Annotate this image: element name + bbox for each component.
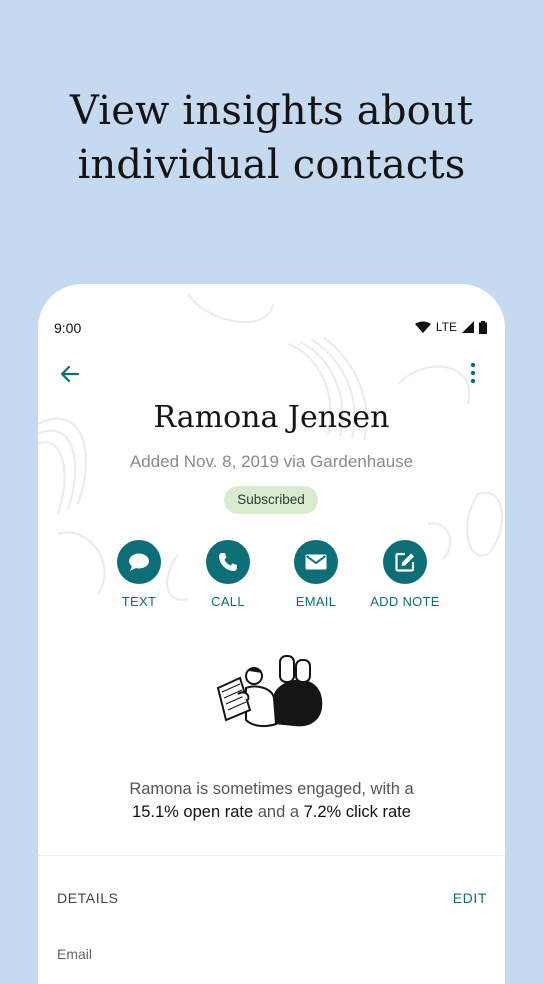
status-icons: LTE [414, 320, 487, 334]
battery-icon [479, 320, 487, 334]
add-note-button-circle[interactable] [383, 540, 427, 584]
envelope-icon [305, 554, 327, 570]
contact-name: Ramona Jensen [153, 400, 390, 435]
note-edit-icon [395, 552, 415, 572]
engagement-line-1: Ramona is sometimes engaged, with a [129, 780, 414, 798]
text-button-label: TEXT [121, 594, 157, 609]
text-button[interactable]: TEXT [99, 540, 179, 609]
more-options-icon[interactable] [461, 360, 485, 386]
chat-bubble-icon [129, 553, 149, 571]
network-label: LTE [435, 320, 457, 334]
email-button-label: EMAIL [295, 594, 337, 609]
call-button-label: CALL [211, 594, 245, 609]
status-badge: Subscribed [224, 486, 318, 514]
engagement-line-2: 15.1% open rate and a 7.2% click rate [38, 801, 505, 824]
headline-line-1: View insights about [69, 88, 474, 134]
phone-screen: 9:00 LTE Ramona Jensen Added Nov. 8, 201… [38, 284, 505, 984]
signal-icon [462, 321, 474, 333]
open-rate: 15.1% open rate [132, 803, 254, 821]
call-button-circle[interactable] [206, 540, 250, 584]
reading-person-illustration [216, 655, 323, 728]
headline: View insights about individual contacts [0, 84, 543, 192]
status-time: 9:00 [54, 320, 82, 336]
engagement-summary: Ramona is sometimes engaged, with a 15.1… [38, 778, 505, 824]
headline-line-2: individual contacts [77, 142, 466, 188]
call-button[interactable]: CALL [188, 540, 268, 609]
engagement-connector: and a [253, 803, 304, 821]
wifi-icon [414, 321, 431, 333]
details-heading: DETAILS [57, 890, 119, 906]
phone-icon [219, 553, 237, 571]
add-note-button-label: ADD NOTE [370, 594, 440, 609]
email-field-label: Email [57, 946, 93, 962]
click-rate: 7.2% click rate [303, 803, 411, 821]
text-button-circle[interactable] [117, 540, 161, 584]
email-button-circle[interactable] [294, 540, 338, 584]
section-divider [38, 855, 505, 856]
add-note-button[interactable]: ADD NOTE [365, 540, 445, 609]
back-arrow-icon[interactable] [58, 362, 82, 386]
edit-details-button[interactable]: EDIT [453, 890, 487, 906]
email-button[interactable]: EMAIL [276, 540, 356, 609]
contact-added-info: Added Nov. 8, 2019 via Gardenhause [129, 452, 414, 471]
